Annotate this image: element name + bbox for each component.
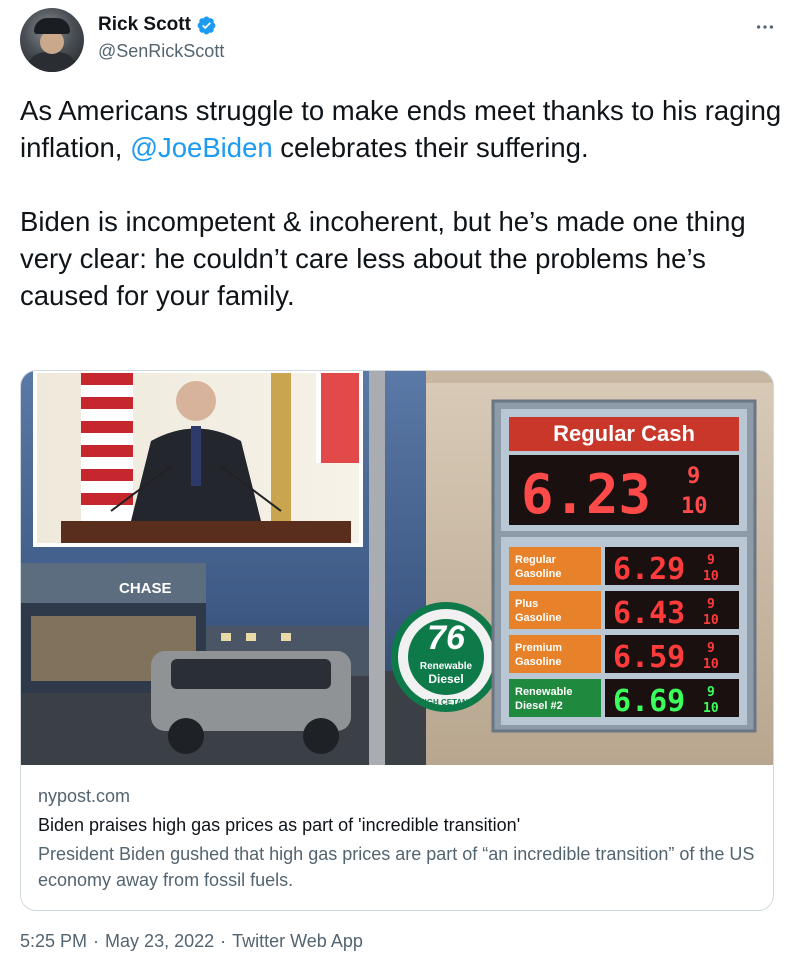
- separator: ·: [220, 931, 227, 951]
- mention-link[interactable]: @JoeBiden: [130, 132, 273, 163]
- svg-text:10: 10: [681, 494, 708, 519]
- tweet-time[interactable]: 5:25 PM: [20, 931, 87, 952]
- svg-text:10: 10: [703, 701, 719, 716]
- svg-text:10: 10: [703, 569, 719, 584]
- svg-text:76: 76: [427, 619, 466, 657]
- author-display-name[interactable]: Rick Scott: [98, 14, 191, 36]
- tweet-date[interactable]: May 23, 2022: [105, 931, 214, 952]
- svg-text:Gasoline: Gasoline: [515, 612, 561, 624]
- tweet-paragraph-1: As Americans struggle to make ends meet …: [20, 95, 782, 163]
- author-name-row[interactable]: Rick Scott: [98, 14, 217, 36]
- svg-text:10: 10: [703, 657, 719, 672]
- svg-text:Diesel #2: Diesel #2: [515, 700, 563, 712]
- price-row: Regular Gasoline 6.29 9 10: [509, 547, 739, 587]
- svg-text:9: 9: [707, 553, 715, 568]
- board-header: Regular Cash: [553, 421, 695, 446]
- card-title: Biden praises high gas prices as part of…: [38, 815, 521, 835]
- svg-text:6.29: 6.29: [613, 552, 685, 587]
- svg-text:Gasoline: Gasoline: [515, 656, 561, 668]
- svg-text:Premium: Premium: [515, 642, 562, 654]
- price-row: Premium Gasoline 6.59 9 10: [509, 635, 739, 675]
- card-meta[interactable]: nypost.com Biden praises high gas prices…: [38, 783, 758, 893]
- svg-text:Renewable: Renewable: [515, 686, 572, 698]
- verified-badge-icon: [197, 16, 216, 34]
- more-options-icon[interactable]: [750, 12, 780, 42]
- card-description: President Biden gushed that high gas pri…: [38, 844, 755, 890]
- svg-text:9: 9: [687, 464, 700, 489]
- svg-text:Regular: Regular: [515, 554, 557, 566]
- tweet-header: Rick Scott @SenRickScott: [20, 8, 780, 72]
- svg-text:6.43: 6.43: [613, 596, 685, 631]
- price-row: Renewable Diesel #2 6.69 9 10: [509, 679, 739, 719]
- svg-text:Gasoline: Gasoline: [515, 568, 561, 580]
- svg-text:10: 10: [703, 613, 719, 628]
- tweet-footer: 5:25 PM · May 23, 2022 · Twitter Web App: [20, 931, 363, 952]
- svg-text:6.69: 6.69: [613, 684, 685, 719]
- author-handle[interactable]: @SenRickScott: [98, 41, 224, 62]
- svg-text:Diesel: Diesel: [428, 672, 463, 686]
- 76-logo-icon: 76 Renewable Diesel HIGH CETANE: [391, 602, 501, 712]
- card-domain: nypost.com: [38, 786, 131, 806]
- tweet-source[interactable]: Twitter Web App: [232, 931, 363, 952]
- tweet-paragraph-2: Biden is incompetent & incoherent, but h…: [20, 206, 746, 311]
- svg-text:9: 9: [707, 641, 715, 656]
- link-card[interactable]: CHASE 76 Renewable Diesel HIGH CETANE Re…: [20, 370, 774, 911]
- chase-sign: CHASE: [119, 580, 172, 597]
- price-row: Plus Gasoline 6.43 9 10: [509, 591, 739, 631]
- tweet-text: As Americans struggle to make ends meet …: [20, 92, 782, 314]
- svg-text:Renewable: Renewable: [420, 661, 473, 672]
- card-image[interactable]: CHASE 76 Renewable Diesel HIGH CETANE Re…: [21, 371, 773, 765]
- separator: ·: [93, 931, 100, 951]
- svg-text:HIGH CETANE: HIGH CETANE: [419, 698, 474, 707]
- svg-text:9: 9: [707, 685, 715, 700]
- inset-photo: [33, 371, 363, 547]
- board-main-price: 6.23: [521, 463, 651, 526]
- svg-text:9: 9: [707, 597, 715, 612]
- svg-text:6.59: 6.59: [613, 640, 685, 675]
- svg-text:Plus: Plus: [515, 598, 538, 610]
- avatar[interactable]: [20, 8, 84, 72]
